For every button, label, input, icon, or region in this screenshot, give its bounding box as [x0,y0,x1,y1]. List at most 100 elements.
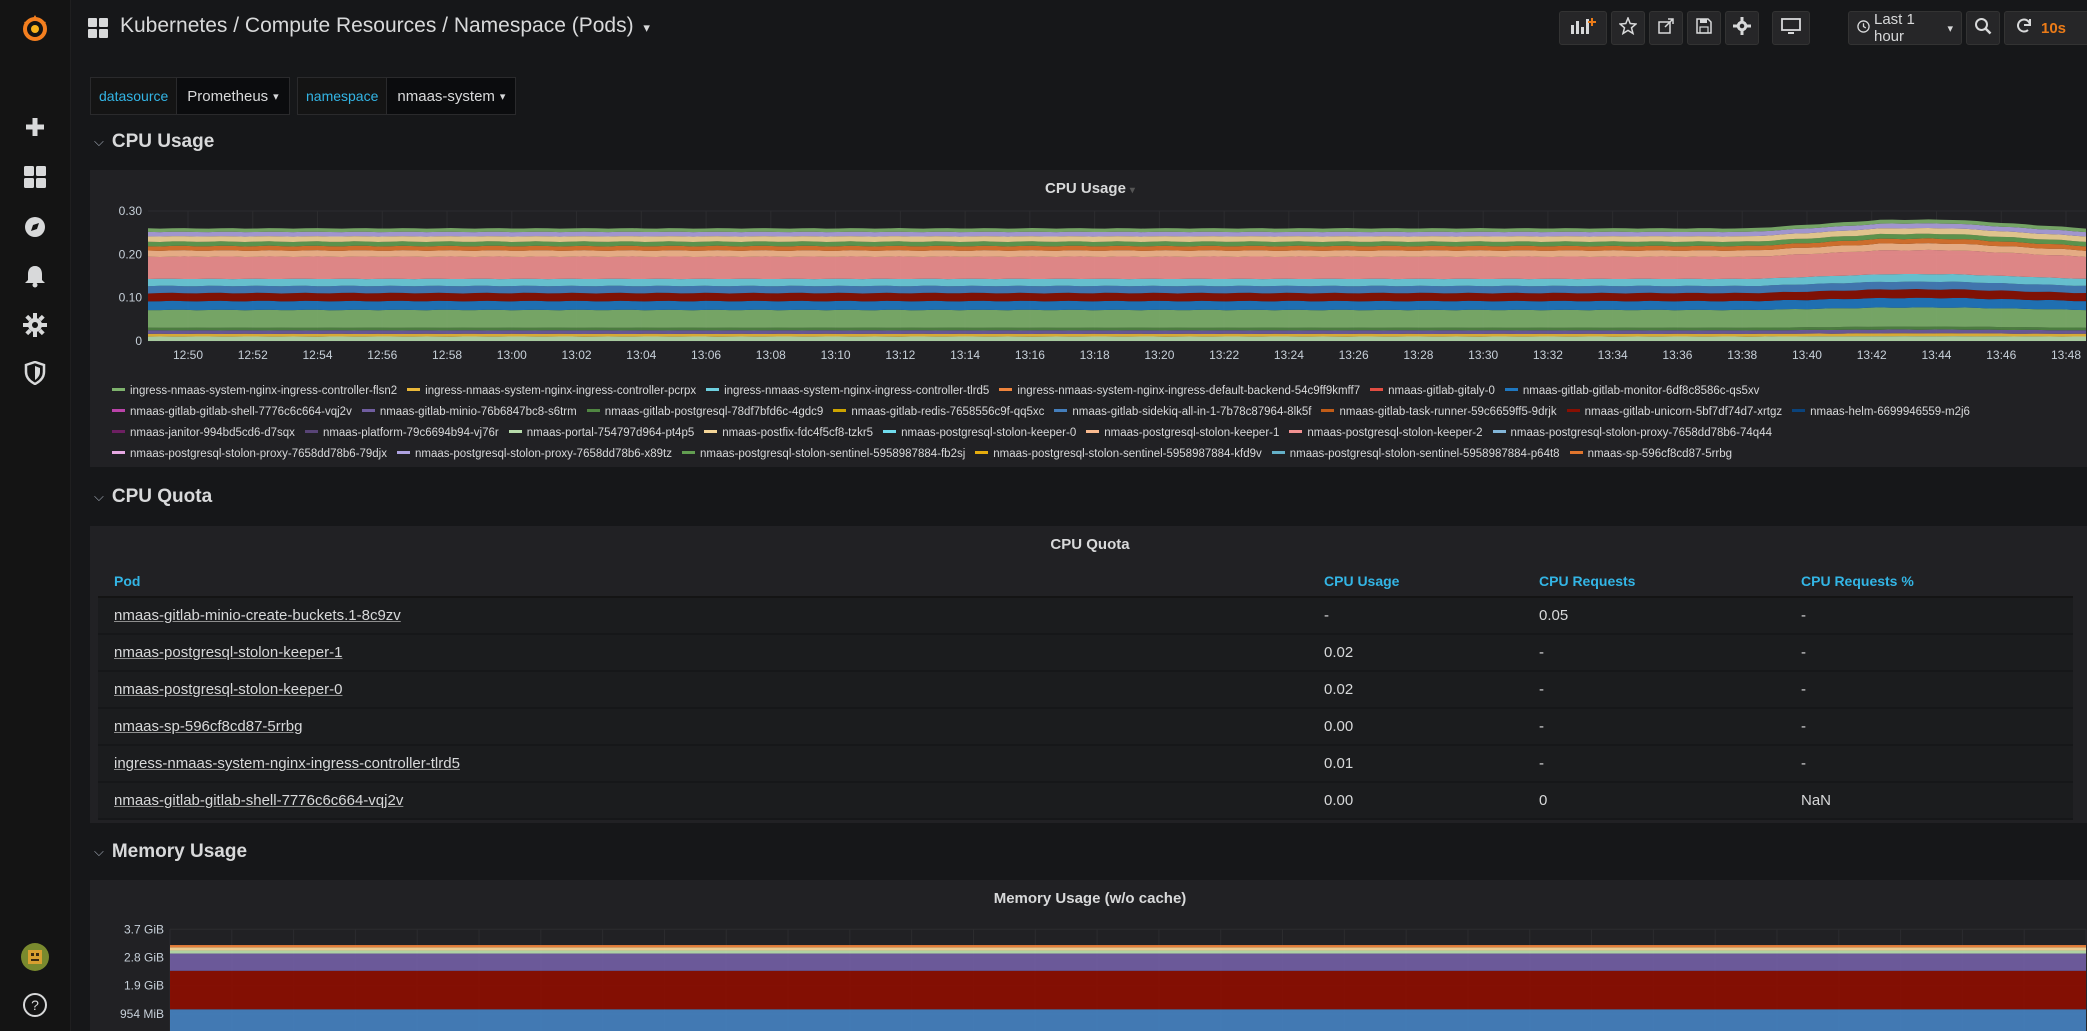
dashboards-icon[interactable] [0,157,70,197]
legend-label: nmaas-gitlab-sidekiq-all-in-1-7b78c87964… [1072,406,1312,418]
star-button[interactable] [1611,11,1645,45]
gear-icon[interactable] [0,305,70,345]
pod-link[interactable]: nmaas-gitlab-gitlab-shell-7776c6c664-vqj… [114,792,403,809]
column-header-cpu-requests-pct[interactable]: CPU Requests % [1789,566,2073,598]
pod-link[interactable]: nmaas-sp-596cf8cd87-5rrbg [114,718,302,735]
cpu-requests-cell: 0.05 [1527,597,1789,635]
tv-mode-button[interactable] [1772,11,1810,45]
explore-icon[interactable] [0,207,70,247]
pod-cell[interactable]: nmaas-postgresql-stolon-keeper-1 [98,634,1312,672]
legend-item[interactable]: nmaas-gitlab-postgresql-78df7bfd6c-4gdc9 [586,402,823,423]
legend-item[interactable]: nmaas-postgresql-stolon-sentinel-5958987… [975,444,1262,465]
legend-item[interactable]: ingress-nmaas-system-nginx-ingress-contr… [407,381,696,402]
pod-link[interactable]: ingress-nmaas-system-nginx-ingress-contr… [114,755,460,772]
panel-title[interactable]: CPU Quota [90,536,2087,553]
legend-item[interactable]: nmaas-helm-6699946559-m2j6 [1792,402,1970,423]
legend-item[interactable]: nmaas-janitor-994bd5cd6-d7sqx [112,423,295,444]
x-tick-label: 12:52 [238,348,268,362]
column-header-cpu-usage[interactable]: CPU Usage [1312,566,1527,598]
legend-item[interactable]: nmaas-postgresql-stolon-proxy-7658dd78b6… [112,444,387,465]
legend-item[interactable]: nmaas-gitlab-sidekiq-all-in-1-7b78c87964… [1054,402,1311,423]
legend-label: nmaas-postgresql-stolon-proxy-7658dd78b6… [414,448,672,460]
plus-icon[interactable] [0,107,70,147]
legend-item[interactable]: ingress-nmaas-system-nginx-ingress-contr… [706,381,989,402]
legend-item[interactable]: nmaas-platform-79c6694b94-vj76r [304,423,499,444]
chevron-down-icon: ⌵ [94,489,104,504]
legend-item[interactable]: nmaas-gitlab-unicorn-5bf7df74d7-xrtgz [1566,402,1782,423]
add-panel-button[interactable] [1559,11,1607,45]
row-memory-usage[interactable]: ⌵ Memory Usage [94,841,247,863]
grafana-logo-icon[interactable] [0,8,70,48]
cpu-quota-panel: CPU Quota Pod CPU Usage CPU Requests CPU… [90,526,2087,823]
settings-button[interactable] [1725,11,1759,45]
share-button[interactable] [1649,11,1683,45]
row-cpu-usage[interactable]: ⌵ CPU Usage [94,131,214,153]
legend-swatch [508,430,522,434]
pod-cell[interactable]: nmaas-gitlab-gitlab-shell-7776c6c664-vqj… [98,782,1312,820]
legend-label: nmaas-postgresql-stolon-keeper-2 [1307,427,1483,439]
dashboard-title[interactable]: Kubernetes / Compute Resources / Namespa… [120,14,650,38]
legend-item[interactable]: nmaas-postgresql-stolon-proxy-7658dd78b6… [396,444,672,465]
legend-label: nmaas-postgresql-stolon-proxy-7658dd78b6… [130,448,387,460]
memory-usage-graph[interactable]: 954 MiB 1.9 GiB 2.8 GiB 3.7 GiB [90,915,2087,1031]
column-header-pod[interactable]: Pod [98,566,1312,598]
y-tick-label: 3.7 GiB [124,922,164,936]
legend-item[interactable]: nmaas-postgresql-stolon-proxy-7658dd78b6… [1492,423,1772,444]
refresh-rate-label: 10s [2041,19,2067,37]
pod-cell[interactable]: ingress-nmaas-system-nginx-ingress-contr… [98,745,1312,783]
row-cpu-quota[interactable]: ⌵ CPU Quota [94,486,212,508]
legend-item[interactable]: nmaas-gitlab-minio-76b6847bc8-s6trm [361,402,577,423]
legend-item[interactable]: nmaas-sp-596cf8cd87-5rrbg [1569,444,1732,465]
legend-item[interactable]: nmaas-postgresql-stolon-keeper-1 [1086,423,1279,444]
pod-cell[interactable]: nmaas-postgresql-stolon-keeper-0 [98,671,1312,709]
legend-item[interactable]: nmaas-gitlab-gitlab-monitor-6df8c8586c-q… [1504,381,1759,402]
settings-icon [1733,16,1751,40]
legend-item[interactable]: nmaas-postgresql-stolon-sentinel-5958987… [1271,444,1560,465]
pod-link[interactable]: nmaas-postgresql-stolon-keeper-1 [114,644,342,661]
x-tick-label: 13:06 [691,348,721,362]
cpu-requests-pct-cell: NaN [1789,782,2073,820]
legend-row: nmaas-postgresql-stolon-proxy-7658dd78b6… [112,444,1980,465]
panel-title[interactable]: CPU Usage ▾ [90,180,2087,197]
legend-item[interactable]: nmaas-gitlab-redis-7658556c9f-qq5xc [833,402,1044,423]
refresh-button[interactable]: 10s [2004,11,2087,45]
legend-item[interactable]: nmaas-postgresql-stolon-keeper-0 [883,423,1076,444]
series-area [170,947,2086,951]
datasource-select[interactable]: Prometheus ▾ [177,77,290,115]
table-row: nmaas-gitlab-minio-create-buckets.1-8c9z… [98,597,2073,635]
cpu-quota-table: Pod CPU Usage CPU Requests CPU Requests … [98,566,2073,820]
breadcrumb[interactable]: Kubernetes / Compute Resources / Namespa… [120,14,634,37]
cpu-usage-graph[interactable]: 0 0.10 0.20 0.30 12:50 12:52 12:54 12:56 12:58 13… [90,205,2087,405]
help-icon[interactable]: ? [0,985,70,1025]
cpu-requests-cell: - [1527,745,1789,783]
legend-swatch [1271,451,1285,455]
legend-item[interactable]: nmaas-gitlab-task-runner-59c6659ff5-9drj… [1321,402,1557,423]
legend-item[interactable]: nmaas-gitlab-gitaly-0 [1370,381,1495,402]
variable-label: datasource [90,77,178,115]
legend-item[interactable]: ingress-nmaas-system-nginx-ingress-defau… [999,381,1360,402]
time-picker-button[interactable]: Last 1 hour ▾ [1848,11,1962,45]
legend-item[interactable]: nmaas-portal-754797d964-pt4p5 [508,423,694,444]
panel-title-text: CPU Usage [1045,180,1126,197]
legend-item[interactable]: ingress-nmaas-system-nginx-ingress-contr… [112,381,397,402]
legend-label: nmaas-postgresql-stolon-sentinel-5958987… [699,448,966,460]
legend-item[interactable]: nmaas-postgresql-stolon-sentinel-5958987… [681,444,966,465]
legend-item[interactable]: nmaas-gitlab-gitlab-shell-7776c6c664-vqj… [112,402,352,423]
pod-link[interactable]: nmaas-postgresql-stolon-keeper-0 [114,681,342,698]
legend-item[interactable]: nmaas-postfix-fdc4f5cf8-tzkr5 [704,423,873,444]
x-tick-label: 13:04 [626,348,656,362]
x-tick-label: 13:18 [1080,348,1110,362]
pod-cell[interactable]: nmaas-gitlab-minio-create-buckets.1-8c9z… [98,597,1312,635]
namespace-select[interactable]: nmaas-system ▾ [387,77,517,115]
chevron-down-icon[interactable]: ▾ [643,20,650,35]
avatar[interactable] [0,937,70,977]
legend-item[interactable]: nmaas-postgresql-stolon-keeper-2 [1289,423,1483,444]
zoom-out-button[interactable] [1966,11,2000,45]
save-button[interactable] [1687,11,1721,45]
pod-link[interactable]: nmaas-gitlab-minio-create-buckets.1-8c9z… [114,607,401,624]
shield-icon[interactable] [0,353,70,393]
column-header-cpu-requests[interactable]: CPU Requests [1527,566,1789,598]
panel-title[interactable]: Memory Usage (w/o cache) [90,890,2087,907]
bell-icon[interactable] [0,256,70,296]
pod-cell[interactable]: nmaas-sp-596cf8cd87-5rrbg [98,708,1312,746]
